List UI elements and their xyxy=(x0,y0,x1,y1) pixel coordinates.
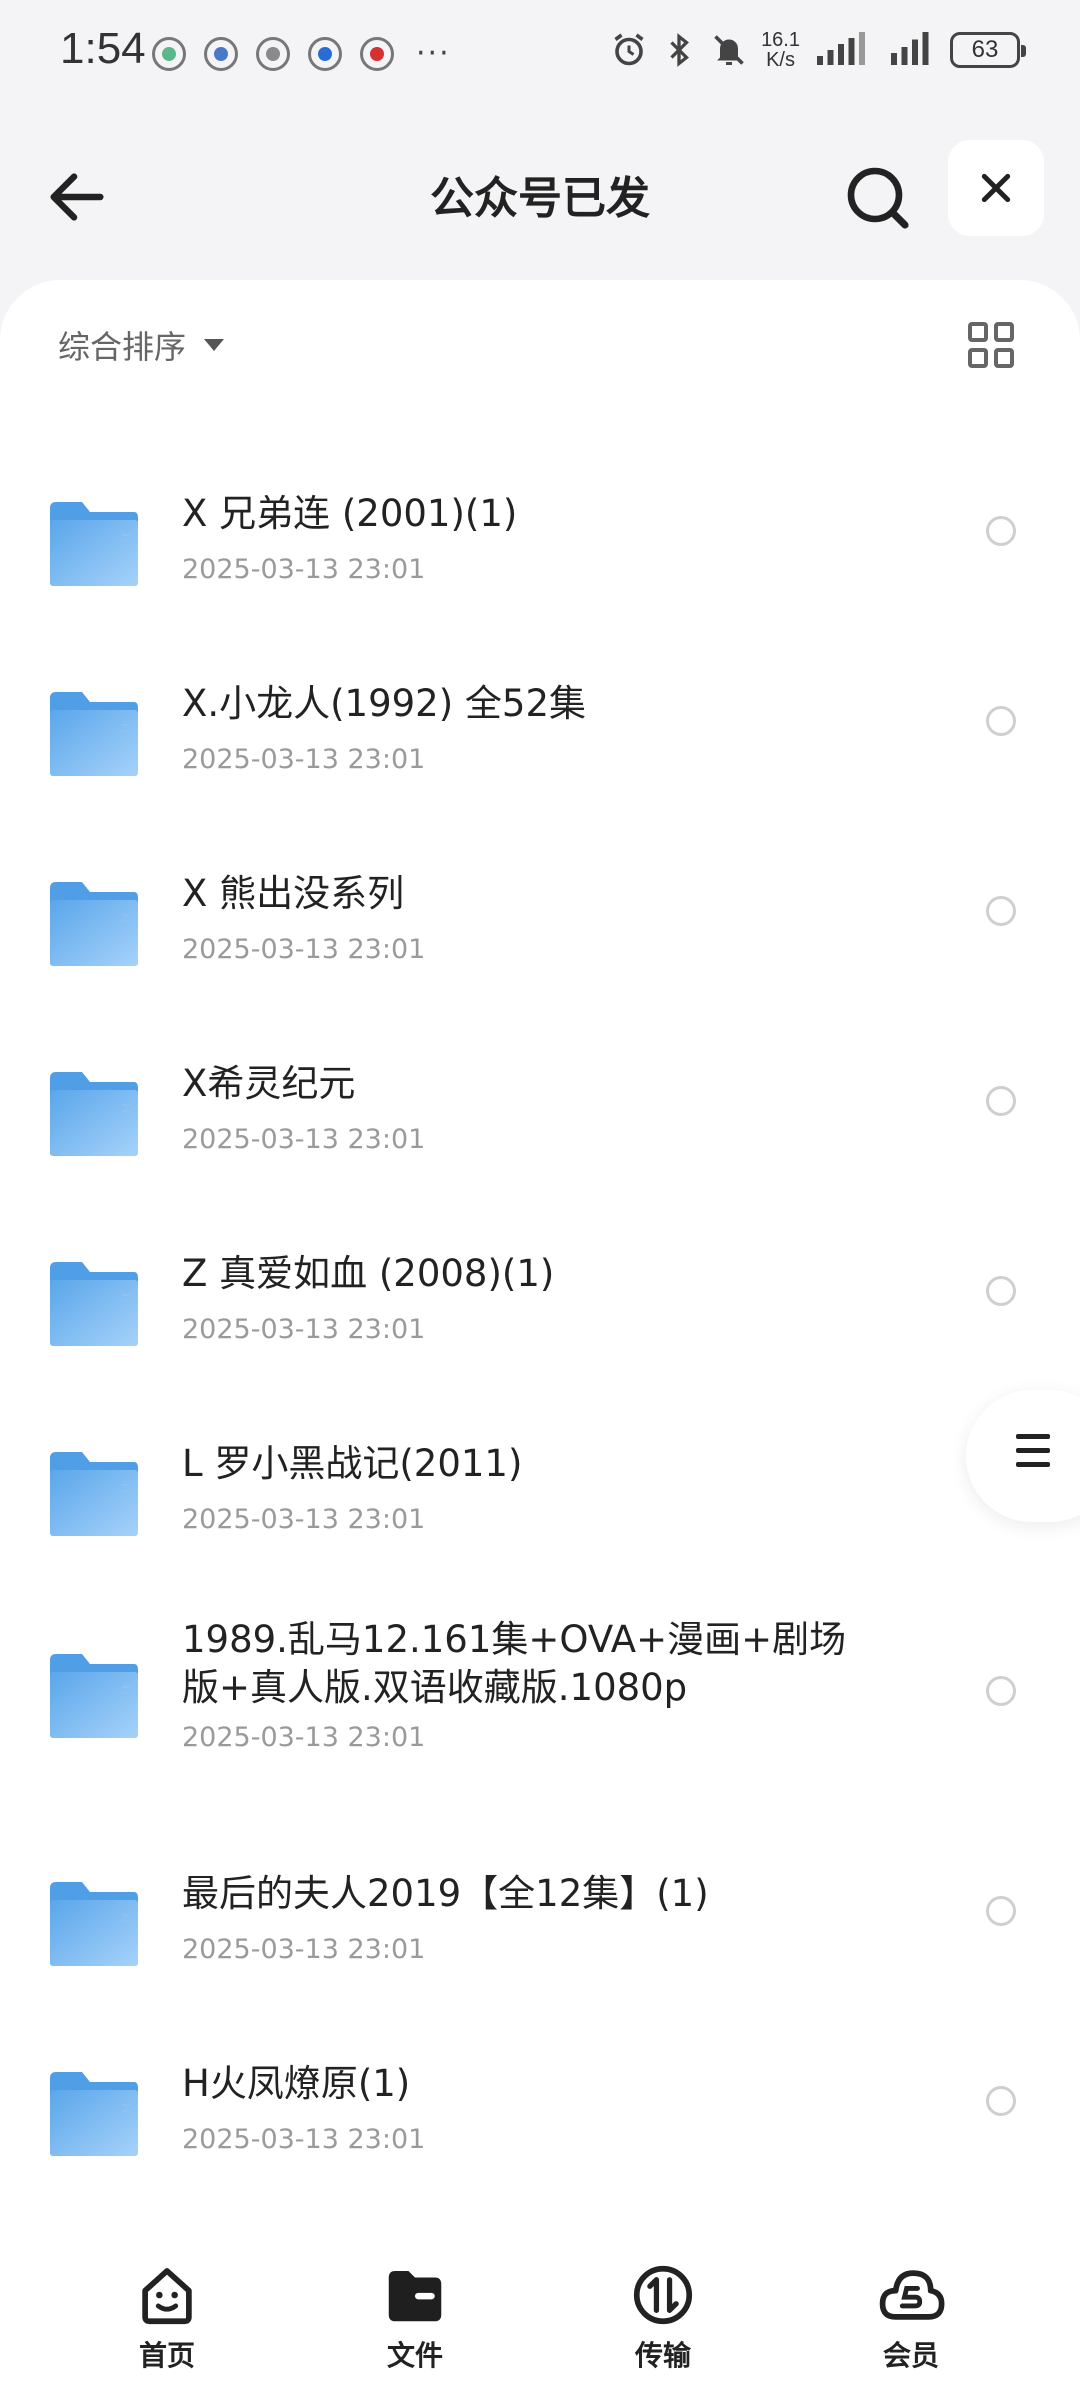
folder-icon xyxy=(50,1262,138,1346)
more-notifications-icon: ··· xyxy=(416,36,451,71)
header: 公众号已发 xyxy=(0,140,1080,250)
cloud-vip-icon xyxy=(879,2270,945,2320)
file-date: 2025-03-13 23:01 xyxy=(182,1934,426,1965)
file-name: X希灵纪元 xyxy=(182,1062,356,1105)
folder-icon xyxy=(50,882,138,966)
file-date: 2025-03-13 23:01 xyxy=(182,1314,426,1345)
bottom-nav: 首页 文件 传输 会员 xyxy=(0,2226,1080,2387)
status-bar: 1:54 ··· 16.1 K/s 63 xyxy=(0,0,1080,108)
app-notification-icon xyxy=(360,36,394,71)
file-date: 2025-03-13 23:01 xyxy=(182,554,426,585)
file-date: 2025-03-13 23:01 xyxy=(182,2124,426,2155)
select-radio[interactable] xyxy=(986,896,1016,926)
select-radio[interactable] xyxy=(986,706,1016,736)
file-name: H火凤燎原(1) xyxy=(182,2062,411,2105)
search-icon[interactable] xyxy=(842,162,914,234)
menu-lines-icon xyxy=(1016,1434,1050,1476)
mute-bell-icon xyxy=(714,35,744,65)
folder-icon xyxy=(50,1452,138,1536)
file-row[interactable]: 最后的夫人2019【全12集】(1) 2025-03-13 23:01 xyxy=(0,1830,1080,2020)
status-time: 1:54 xyxy=(60,24,146,73)
network-speed: 16.1 K/s xyxy=(761,30,800,70)
app-notification-icon xyxy=(308,36,342,71)
grid-view-icon[interactable] xyxy=(968,322,1014,368)
file-name: X 熊出没系列 xyxy=(182,872,405,915)
file-row[interactable]: X.小龙人(1992) 全52集 2025-03-13 23:01 xyxy=(0,640,1080,830)
folder-icon xyxy=(50,1654,138,1738)
select-radio[interactable] xyxy=(986,516,1016,546)
select-radio[interactable] xyxy=(986,1086,1016,1116)
app-notification-icon xyxy=(256,36,290,71)
nav-transfer[interactable]: 传输 xyxy=(593,2226,733,2374)
system-icons: 16.1 K/s 63 xyxy=(611,30,1026,70)
select-radio[interactable] xyxy=(986,1276,1016,1306)
bluetooth-icon xyxy=(670,33,690,67)
file-date: 2025-03-13 23:01 xyxy=(182,934,426,965)
caret-down-icon xyxy=(204,339,225,351)
file-row[interactable]: X 熊出没系列 2025-03-13 23:01 xyxy=(0,830,1080,1020)
file-list-panel: 综合排序 X 兄弟连 (2001)(1) 2025-03-13 23:01 X.小龙… xyxy=(0,280,1080,2387)
folder-icon xyxy=(50,502,138,586)
file-name: 1989.乱马12.161集+OVA+漫画+剧场版+真人版.双语收藏版.1080… xyxy=(182,1618,847,1709)
folder-icon xyxy=(50,692,138,776)
nav-vip[interactable]: 会员 xyxy=(841,2226,981,2374)
app-notification-icon xyxy=(152,36,186,71)
nav-label: 会员 xyxy=(882,2339,939,2372)
folder-icon xyxy=(50,1882,138,1966)
file-name: Z 真爱如血 (2008)(1) xyxy=(182,1252,555,1295)
home-smile-icon xyxy=(142,2268,192,2325)
file-row[interactable]: H火凤燎原(1) 2025-03-13 23:01 xyxy=(0,2020,1080,2210)
file-row[interactable]: X希灵纪元 2025-03-13 23:01 xyxy=(0,1020,1080,1210)
file-date: 2025-03-13 23:01 xyxy=(182,1504,426,1535)
sort-dropdown[interactable]: 综合排序 xyxy=(58,322,225,368)
notification-icons: ··· xyxy=(152,36,451,71)
folder-icon xyxy=(50,1072,138,1156)
file-name: X.小龙人(1992) 全52集 xyxy=(182,682,586,725)
file-row[interactable]: X 兄弟连 (2001)(1) 2025-03-13 23:01 xyxy=(0,450,1080,640)
nav-home[interactable]: 首页 xyxy=(97,2226,237,2374)
folder-icon xyxy=(50,2072,138,2156)
select-radio[interactable] xyxy=(986,1676,1016,1706)
close-button[interactable] xyxy=(948,140,1044,236)
file-name: X 兄弟连 (2001)(1) xyxy=(182,492,518,535)
alarm-icon xyxy=(614,33,644,66)
nav-label: 传输 xyxy=(634,2339,691,2372)
app-notification-icon xyxy=(204,36,238,71)
file-row[interactable]: 1989.乱马12.161集+OVA+漫画+剧场版+真人版.双语收藏版.1080… xyxy=(0,1590,1080,1780)
nav-files[interactable]: 文件 xyxy=(345,2226,485,2374)
close-icon xyxy=(981,173,1011,203)
nav-label: 首页 xyxy=(138,2339,195,2372)
file-date: 2025-03-13 23:01 xyxy=(182,1124,426,1155)
file-name: L 罗小黑战记(2011) xyxy=(182,1442,523,1485)
page-title: 公众号已发 xyxy=(430,173,650,224)
file-row[interactable]: L 罗小黑战记(2011) 2025-03-13 23:01 xyxy=(0,1400,1080,1590)
file-date: 2025-03-13 23:01 xyxy=(182,1722,426,1753)
select-radio[interactable] xyxy=(986,1896,1016,1926)
signal-icon xyxy=(891,32,929,65)
folder-icon xyxy=(388,2270,442,2322)
file-name: 最后的夫人2019【全12集】(1) xyxy=(182,1872,709,1915)
file-date: 2025-03-13 23:01 xyxy=(182,744,426,775)
file-row[interactable]: Z 真爱如血 (2008)(1) 2025-03-13 23:01 xyxy=(0,1210,1080,1400)
signal-icon xyxy=(817,32,865,65)
select-radio[interactable] xyxy=(986,2086,1016,2116)
net-speed-unit: K/s xyxy=(766,49,795,71)
nav-label: 文件 xyxy=(386,2339,443,2372)
sort-label: 综合排序 xyxy=(58,328,187,366)
transfer-icon xyxy=(633,2265,693,2325)
net-speed-value: 16.1 xyxy=(761,29,800,51)
battery-indicator: 63 xyxy=(950,32,1026,68)
